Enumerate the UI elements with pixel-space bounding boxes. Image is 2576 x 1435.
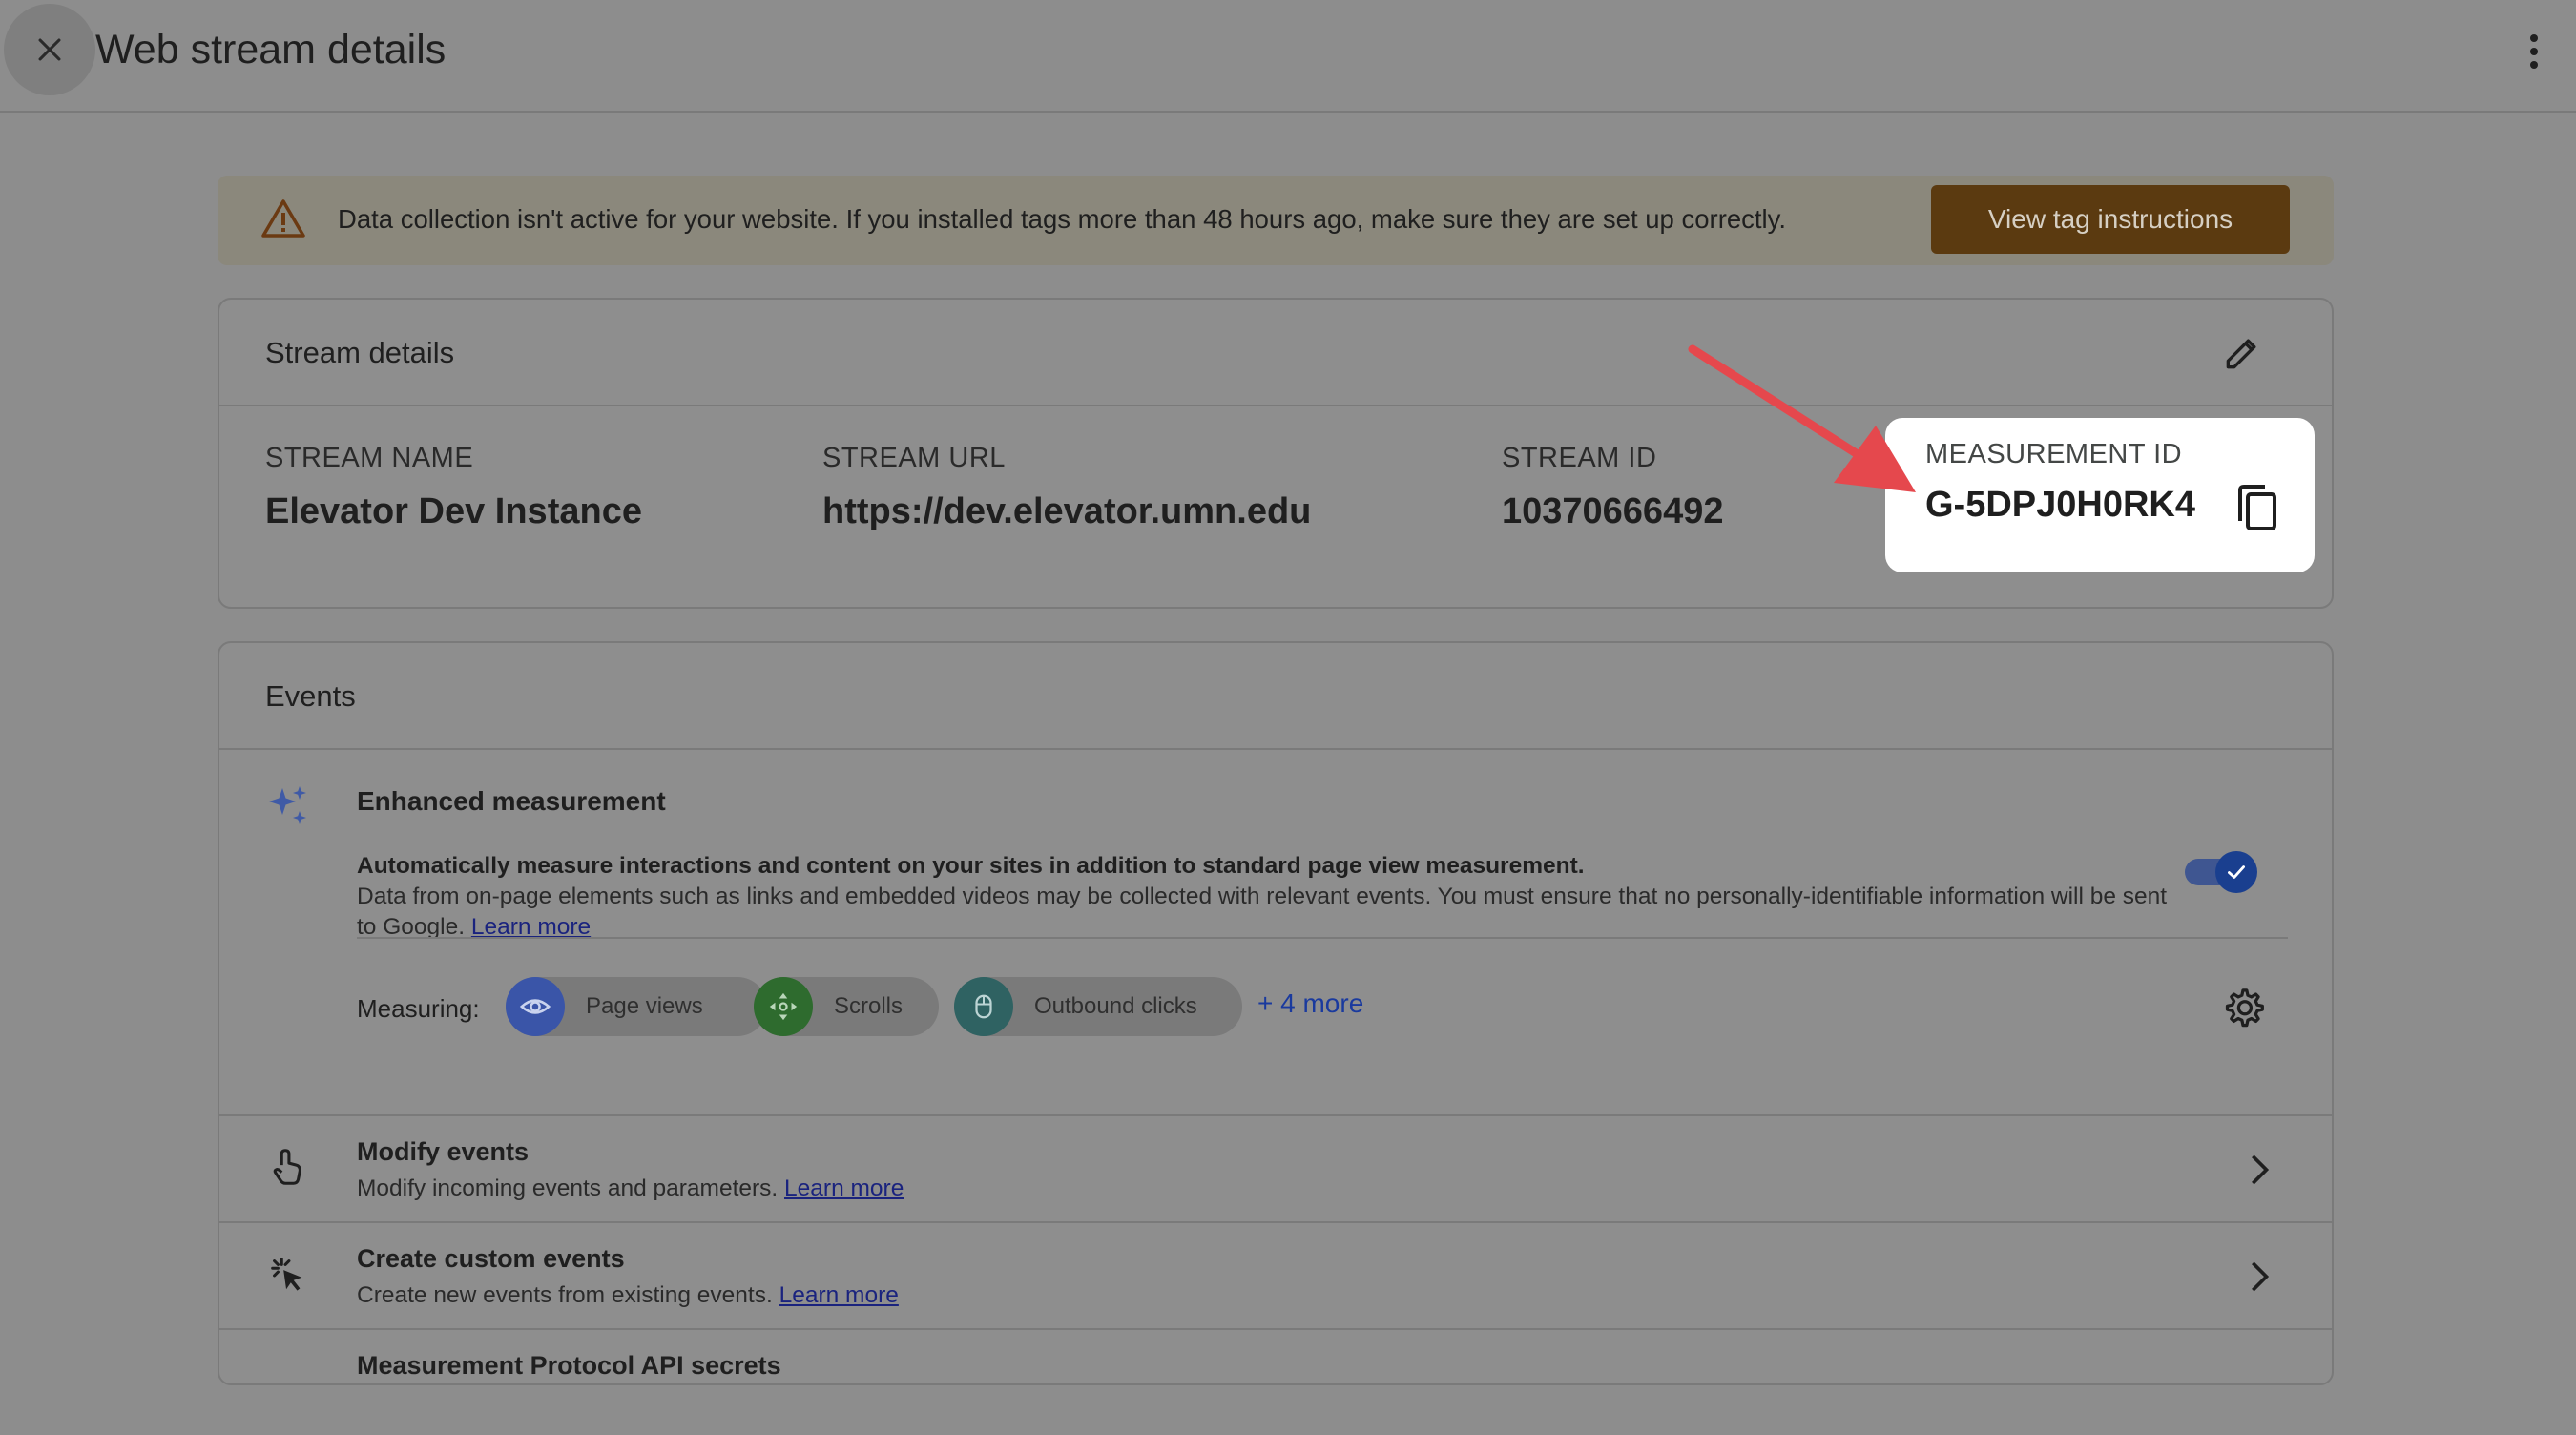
modify-events-learn-more-link[interactable]: Learn more — [784, 1175, 904, 1201]
create-custom-events-subtitle: Create new events from existing events. … — [357, 1282, 899, 1309]
warning-banner: Data collection isn't active for your we… — [218, 176, 2334, 265]
measurement-id-box: MEASUREMENT ID G-5DPJ0H0RK4 — [1885, 418, 2315, 572]
stream-name-field: STREAM NAME Elevator Dev Instance — [265, 443, 642, 532]
enhanced-measurement-description: Automatically measure interactions and c… — [357, 851, 2189, 943]
mouse-icon — [954, 977, 1013, 1036]
chip-outbound-clicks[interactable]: Outbound clicks — [954, 977, 1242, 1036]
enhanced-measurement-title: Enhanced measurement — [357, 786, 666, 816]
measurement-id-value[interactable]: G-5DPJ0H0RK4 — [1925, 485, 2195, 526]
chip-scrolls[interactable]: Scrolls — [754, 977, 939, 1036]
measurement-protocol-title: Measurement Protocol API secrets — [357, 1351, 781, 1380]
enhanced-measurement-summary: Automatically measure interactions and c… — [357, 853, 1585, 879]
chip-page-views[interactable]: Page views — [506, 977, 767, 1036]
stream-name-label: STREAM NAME — [265, 443, 474, 473]
copy-icon[interactable] — [2234, 483, 2280, 534]
chip-label: Outbound clicks — [1034, 993, 1197, 1019]
create-custom-events-title: Create custom events — [357, 1244, 625, 1273]
eye-icon — [506, 977, 565, 1036]
stream-url-value: https://dev.elevator.umn.edu — [822, 491, 1312, 531]
measuring-label: Measuring: — [357, 994, 480, 1023]
modify-events-row[interactable]: Modify events Modify incoming events and… — [219, 1114, 2332, 1223]
page-title: Web stream details — [95, 27, 447, 73]
events-title: Events — [265, 679, 356, 713]
warning-icon — [261, 199, 305, 238]
toggle-knob — [2215, 851, 2257, 893]
stream-url-field: STREAM URL https://dev.elevator.umn.edu — [822, 443, 1311, 532]
top-bar: Web stream details — [0, 0, 2576, 113]
create-custom-events-learn-more-link[interactable]: Learn more — [779, 1282, 899, 1308]
stream-details-title: Stream details — [265, 336, 455, 369]
stream-details-card: Stream details STREAM NAME Elevator Dev … — [218, 298, 2334, 609]
edit-icon[interactable] — [2221, 332, 2263, 374]
stream-details-header: Stream details — [219, 300, 2332, 406]
modify-events-desc: Modify incoming events and parameters. — [357, 1175, 779, 1201]
view-tag-instructions-button[interactable]: View tag instructions — [1931, 185, 2290, 254]
modify-events-title: Modify events — [357, 1137, 530, 1166]
modify-events-subtitle: Modify incoming events and parameters. L… — [357, 1175, 904, 1202]
touch-icon — [273, 1149, 301, 1185]
measurement-id-label: MEASUREMENT ID — [1925, 439, 2183, 469]
divider — [357, 937, 2288, 939]
close-icon — [38, 38, 61, 61]
enhanced-measurement-detail: Data from on-page elements such as links… — [357, 884, 2168, 940]
enhanced-measurement-learn-more-link[interactable]: Learn more — [471, 914, 591, 940]
chevron-right-icon — [2252, 1154, 2270, 1185]
chevron-right-icon — [2252, 1261, 2270, 1292]
stream-name-value: Elevator Dev Instance — [265, 491, 642, 531]
enhanced-measurement-section: Enhanced measurement Automatically measu… — [219, 750, 2332, 1116]
measurement-protocol-row[interactable]: Measurement Protocol API secrets — [219, 1328, 2332, 1435]
stream-url-label: STREAM URL — [822, 443, 1006, 473]
create-custom-events-row[interactable]: Create custom events Create new events f… — [219, 1221, 2332, 1330]
events-card: Events Enhanced measurement Automaticall… — [218, 641, 2334, 1385]
close-button[interactable] — [4, 4, 95, 95]
more-vert-icon — [2530, 34, 2538, 69]
enhanced-measurement-toggle[interactable] — [2181, 851, 2261, 893]
scroll-icon — [754, 977, 813, 1036]
sparkle-icon — [269, 786, 306, 824]
more-options-button[interactable] — [2515, 25, 2553, 78]
events-header: Events — [219, 643, 2332, 750]
check-icon — [2228, 865, 2245, 879]
chip-label: Scrolls — [834, 993, 904, 1019]
chip-label: Page views — [586, 993, 703, 1019]
annotation-arrow-icon — [1688, 344, 1916, 492]
banner-message: Data collection isn't active for your we… — [338, 204, 1786, 234]
create-custom-events-desc: Create new events from existing events. — [357, 1282, 773, 1308]
gear-icon[interactable] — [2221, 987, 2265, 1030]
more-measurements-link[interactable]: + 4 more — [1257, 988, 1363, 1019]
cursor-click-icon — [271, 1258, 302, 1291]
